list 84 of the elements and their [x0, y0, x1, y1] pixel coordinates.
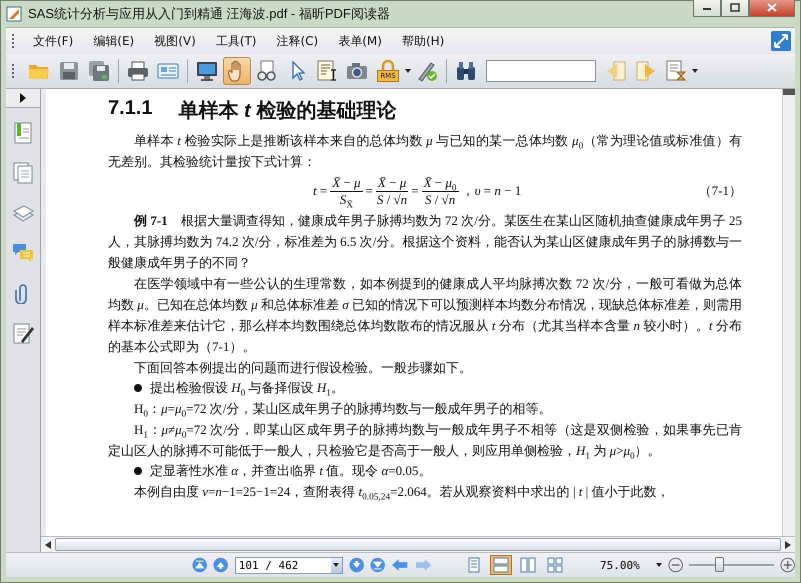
close-button[interactable]: [749, 0, 795, 17]
menu-item[interactable]: 工具(T): [206, 30, 266, 52]
search-field[interactable]: [486, 60, 596, 82]
paragraph: H$_{1}$：μ≠μ$_{0}$=72 次/分，即某山区成年男子的脉搏均数与一般成年男子不相等（这是双侧检验，如果事先已肯定山区人的脉搏不可能低于一般人，只检验它是否高于一般人，则应用单侧检验，H$_{1}$ 为 μ>μ$_{0}$）。: [108, 421, 742, 461]
comments-icon[interactable]: [12, 242, 34, 264]
bullet-icon: [134, 467, 142, 475]
menu-item[interactable]: 帮助(H): [392, 30, 454, 52]
restore-icon: [730, 2, 740, 12]
formula-text: =: [366, 183, 373, 199]
formula-text: =: [411, 183, 419, 199]
denominator: S / √n: [376, 192, 408, 208]
expand-arrow-icon: [20, 93, 26, 103]
zoom-in-icon[interactable]: [780, 557, 796, 573]
dropdown-caret[interactable]: [405, 69, 411, 73]
app-icon: [6, 6, 22, 22]
scroll-thumb[interactable]: [55, 538, 781, 551]
bookmark-page-icon[interactable]: [12, 122, 34, 144]
menu-item[interactable]: 表单(M): [328, 30, 392, 52]
zoom-slider[interactable]: [689, 557, 774, 573]
page-number: 101 / 462: [238, 558, 298, 572]
denominator: S$_{X̄}$: [340, 192, 353, 208]
last-page-icon[interactable]: [370, 557, 386, 573]
denominator: S / √n: [424, 192, 456, 208]
continuous-facing-view-icon: [547, 557, 564, 573]
next-page-icon[interactable]: [348, 557, 364, 573]
menu-item[interactable]: 注释(C): [266, 30, 328, 52]
numerator: X̄ − μ: [376, 174, 408, 192]
expand-icon: [770, 30, 792, 52]
single-page-view-icon: [466, 557, 482, 573]
bullet-icon: [134, 384, 142, 392]
panel-toggle-button[interactable]: [6, 89, 40, 108]
numerator: X̄ − μ$_{0}$: [422, 174, 459, 192]
bullet-text: 定显著性水准 α，并查出临界 t 值。现令 α=0.05。: [150, 462, 432, 480]
paragraph: 本例自由度 ν=n−1=25−1=24，查附表得 t$_{0.05,24}$=2.064。若从观察资料中求出的 | t | 值小于此数，: [133, 483, 671, 502]
dropdown-caret[interactable]: [692, 69, 698, 73]
floppy-disks-icon: [88, 60, 110, 82]
scroll-left-icon: [45, 540, 51, 548]
dropdown-button[interactable]: [330, 558, 342, 572]
continuous-view-button[interactable]: [490, 555, 512, 575]
slider-thumb[interactable]: [714, 557, 724, 572]
first-page-icon[interactable]: [192, 557, 208, 573]
lock-shackle-icon: [380, 60, 395, 70]
pages-icon[interactable]: [12, 162, 34, 184]
scroll-right-icon: [785, 540, 791, 548]
maximize-button[interactable]: [721, 0, 749, 17]
monitor-icon: [196, 60, 218, 82]
glasses-icon: [256, 60, 278, 82]
paragraph: 在医学领域中有一些公认的生理常数，如本例提到的健康成人平均脉搏次数 72 次/分，一般可看做为总体均数 μ。已知在总体均数 μ 和总体标准差 σ 已知的情况下可以预测样本均数分布情况，现缺总体标准差，则需用样本标准差来估计它，那么样本均数围绕总体均数散布的情况服从 t 分布（尤其当样本含量 n 较小时）。t 分布的基本公式即为（7-1）。: [108, 275, 742, 356]
formula-text: ，υ = n − 1: [462, 182, 522, 200]
page-number-field[interactable]: 101 / 462: [234, 556, 343, 574]
previous-page-icon[interactable]: [213, 557, 229, 573]
signature-icon[interactable]: [12, 322, 34, 344]
formula-text: t =: [313, 183, 328, 199]
continuous-view-icon: [492, 557, 509, 573]
zoom-level[interactable]: 75.00%: [600, 558, 640, 572]
binoculars-icon: [455, 60, 477, 82]
camera-icon: [346, 60, 368, 82]
numerator: X̄ − μ: [330, 174, 363, 192]
minimize-button[interactable]: [693, 0, 721, 17]
menu-item[interactable]: 编辑(E): [83, 30, 144, 52]
back-arrow-icon[interactable]: [391, 557, 409, 573]
paragraph: 例 7-1 根据大量调查得知，健康成年男子脉搏均数为 72 次/分。某医生在某山区随机抽查健康成年男子 25 人，其脉搏均数为 74.2 次/分，标准差为 6.5 次/分。根据这个资料，能否认为某山区健康成年男子的脉搏数与一般健康成年男子的不同？: [108, 212, 742, 272]
next-result-icon: [635, 60, 657, 82]
close-icon: [767, 2, 777, 12]
document-hourglass-icon: [665, 60, 687, 82]
text-cursor-icon: [316, 60, 338, 82]
section-number: 7.1.1: [108, 97, 152, 121]
equation-number: （7-1）: [698, 182, 742, 200]
pen-check-icon: [416, 60, 438, 82]
menu-item[interactable]: 视图(V): [144, 30, 206, 52]
window-title: SAS统计分析与应用从入门到精通 汪海波.pdf - 福昕PDF阅读器: [28, 5, 391, 23]
zoom-out-icon[interactable]: [668, 557, 684, 573]
bullet-text: 提出检验假设 H$_{0}$ 与备择假设 H$_{1}$。: [150, 379, 344, 398]
paragraph: H$_{0}$：μ=μ$_{0}$=72 次/分，某山区成年男子的脉搏均数与一般成年男子的相等。: [133, 400, 552, 419]
vertical-scrollbar[interactable]: [782, 89, 795, 536]
zoom-dropdown-caret[interactable]: [656, 563, 662, 567]
hand-button[interactable]: [223, 57, 251, 85]
section-title: 单样本 t 检验的基础理论: [178, 99, 396, 124]
menu-item[interactable]: 文件(F): [23, 30, 84, 52]
paragraph: 下面回答本例提出的问题而进行假设检验。一般步骤如下。: [133, 359, 473, 377]
horizontal-scrollbar[interactable]: [41, 536, 795, 552]
facing-view-icon: [520, 557, 536, 573]
previous-result-icon: [605, 60, 627, 82]
printer-icon: [127, 60, 149, 82]
